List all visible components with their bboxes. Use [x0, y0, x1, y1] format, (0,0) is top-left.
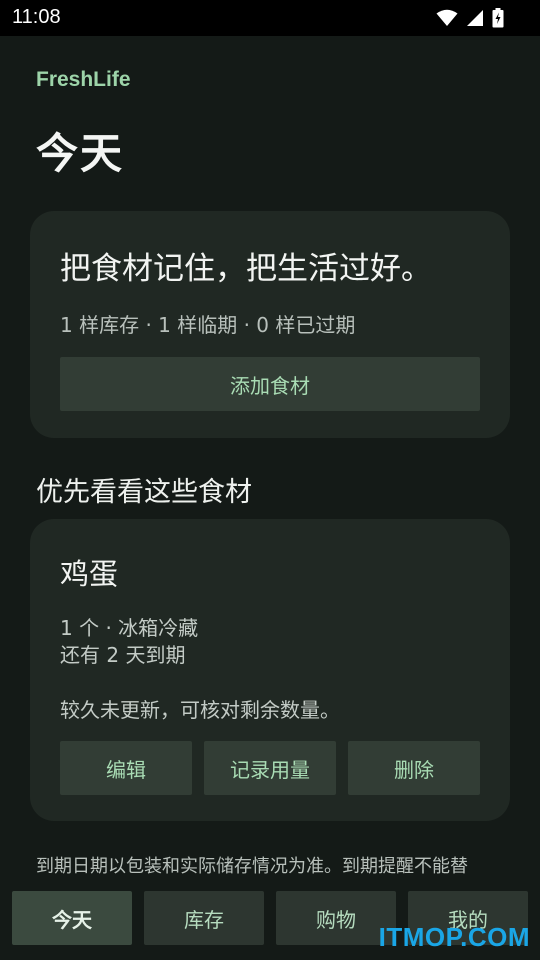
wifi-icon [436, 9, 458, 27]
ingredient-quantity-location: 1 个 · 冰箱冷藏 [60, 616, 199, 640]
ingredient-actions: 编辑 记录用量 删除 [60, 741, 480, 795]
app-brand: FreshLife [36, 68, 131, 91]
status-icons [436, 8, 504, 28]
inventory-stats: 1 样库存 · 1 样临期 · 0 样已过期 [60, 313, 356, 337]
status-time: 11:08 [12, 6, 61, 28]
record-usage-button[interactable]: 记录用量 [204, 741, 336, 795]
summary-card: 把食材记住，把生活过好。 1 样库存 · 1 样临期 · 0 样已过期 添加食材 [30, 211, 510, 438]
delete-button[interactable]: 删除 [348, 741, 480, 795]
edit-button[interactable]: 编辑 [60, 741, 192, 795]
ingredient-note: 较久未更新，可核对剩余数量。 [60, 698, 340, 722]
status-bar: 11:08 [0, 0, 540, 36]
priority-section-heading: 优先看看这些食材 [36, 477, 252, 508]
ingredient-name: 鸡蛋 [60, 557, 119, 591]
ingredient-meta: 1 个 · 冰箱冷藏 还有 2 天到期 [60, 615, 198, 669]
tab-today[interactable]: 今天 [12, 891, 132, 945]
summary-title: 把食材记住，把生活过好。 [60, 251, 432, 287]
expiry-disclaimer: 到期日期以包装和实际储存情况为准。到期提醒不能替 [36, 856, 468, 877]
tab-inventory[interactable]: 库存 [144, 891, 264, 945]
signal-icon [466, 9, 484, 27]
add-ingredient-button[interactable]: 添加食材 [60, 357, 480, 411]
ingredient-expiry: 还有 2 天到期 [60, 643, 186, 667]
battery-charging-icon [492, 8, 504, 28]
ingredient-card: 鸡蛋 1 个 · 冰箱冷藏 还有 2 天到期 较久未更新，可核对剩余数量。 编辑… [30, 519, 510, 821]
page-title: 今天 [36, 129, 125, 178]
watermark: ITMOP.COM [378, 922, 530, 952]
